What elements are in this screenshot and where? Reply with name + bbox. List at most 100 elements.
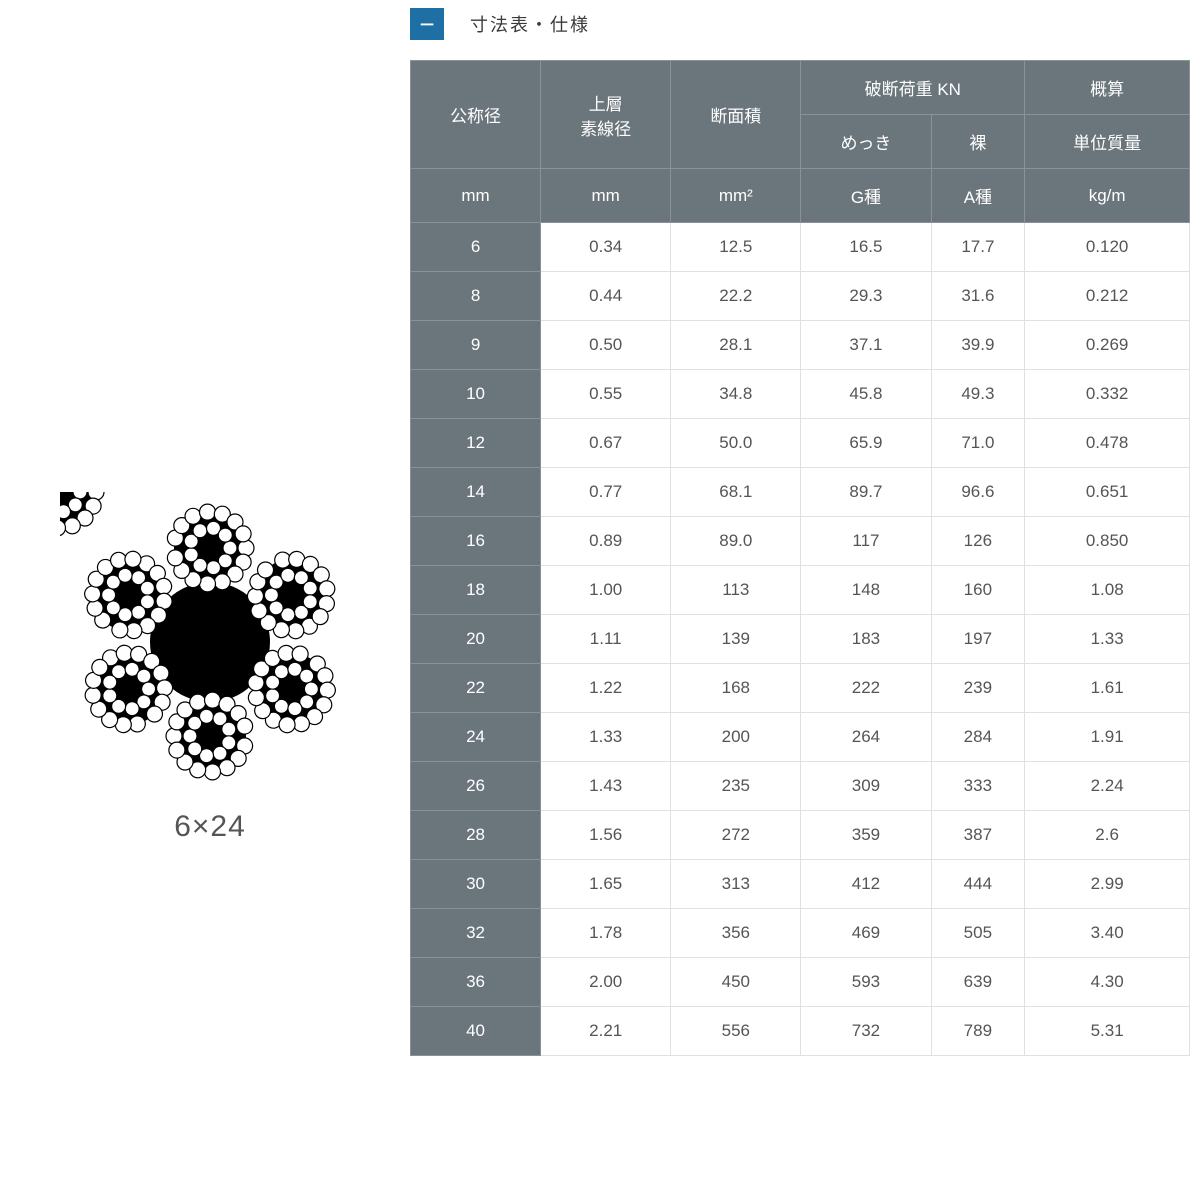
cell-unit-mass: 2.24 bbox=[1025, 762, 1190, 811]
cell-breaking-bare: 49.3 bbox=[931, 370, 1025, 419]
cell-unit-mass: 0.332 bbox=[1025, 370, 1190, 419]
table-row: 90.5028.137.139.90.269 bbox=[411, 321, 1190, 370]
col-outer-wire-dia: 上層 素線径 bbox=[541, 61, 671, 169]
cell-unit-mass: 0.478 bbox=[1025, 419, 1190, 468]
collapse-toggle-button[interactable]: − bbox=[410, 8, 444, 40]
cell-breaking-bare: 333 bbox=[931, 762, 1025, 811]
cell-outer-wire-dia: 2.00 bbox=[541, 958, 671, 1007]
cell-nominal-dia: 28 bbox=[411, 811, 541, 860]
cell-outer-wire-dia: 0.77 bbox=[541, 468, 671, 517]
cell-breaking-plated: 732 bbox=[801, 1007, 931, 1056]
cell-nominal-dia: 24 bbox=[411, 713, 541, 762]
table-row: 301.653134124442.99 bbox=[411, 860, 1190, 909]
cell-unit-mass: 2.99 bbox=[1025, 860, 1190, 909]
cell-breaking-bare: 31.6 bbox=[931, 272, 1025, 321]
col-nominal-dia: 公称径 bbox=[411, 61, 541, 169]
table-row: 100.5534.845.849.30.332 bbox=[411, 370, 1190, 419]
cell-breaking-plated: 45.8 bbox=[801, 370, 931, 419]
table-row: 181.001131481601.08 bbox=[411, 566, 1190, 615]
col-breaking-load: 破断荷重 KN bbox=[801, 61, 1025, 115]
cell-unit-mass: 0.651 bbox=[1025, 468, 1190, 517]
cell-cross-section: 113 bbox=[671, 566, 801, 615]
table-row: 281.562723593872.6 bbox=[411, 811, 1190, 860]
cell-outer-wire-dia: 0.34 bbox=[541, 223, 671, 272]
table-row: 201.111391831971.33 bbox=[411, 615, 1190, 664]
col-breaking-bare: 裸 bbox=[931, 115, 1025, 169]
cell-unit-mass: 0.850 bbox=[1025, 517, 1190, 566]
cell-unit-mass: 4.30 bbox=[1025, 958, 1190, 1007]
cell-unit-mass: 1.61 bbox=[1025, 664, 1190, 713]
cell-breaking-bare: 505 bbox=[931, 909, 1025, 958]
cell-nominal-dia: 32 bbox=[411, 909, 541, 958]
unit-breaking-plated: G種 bbox=[801, 169, 931, 223]
table-row: 362.004505936394.30 bbox=[411, 958, 1190, 1007]
table-row: 402.215567327895.31 bbox=[411, 1007, 1190, 1056]
cell-cross-section: 556 bbox=[671, 1007, 801, 1056]
table-row: 160.8989.01171260.850 bbox=[411, 517, 1190, 566]
cell-cross-section: 139 bbox=[671, 615, 801, 664]
cell-cross-section: 356 bbox=[671, 909, 801, 958]
cell-nominal-dia: 16 bbox=[411, 517, 541, 566]
table-row: 120.6750.065.971.00.478 bbox=[411, 419, 1190, 468]
table-row: 241.332002642841.91 bbox=[411, 713, 1190, 762]
cell-nominal-dia: 14 bbox=[411, 468, 541, 517]
cell-outer-wire-dia: 0.67 bbox=[541, 419, 671, 468]
cell-unit-mass: 1.91 bbox=[1025, 713, 1190, 762]
cell-cross-section: 50.0 bbox=[671, 419, 801, 468]
cell-breaking-plated: 65.9 bbox=[801, 419, 931, 468]
col-cross-section: 断面積 bbox=[671, 61, 801, 169]
cell-cross-section: 68.1 bbox=[671, 468, 801, 517]
cell-breaking-plated: 117 bbox=[801, 517, 931, 566]
table-row: 321.783564695053.40 bbox=[411, 909, 1190, 958]
cell-cross-section: 34.8 bbox=[671, 370, 801, 419]
cell-breaking-bare: 444 bbox=[931, 860, 1025, 909]
cell-breaking-bare: 639 bbox=[931, 958, 1025, 1007]
cell-outer-wire-dia: 1.00 bbox=[541, 566, 671, 615]
cell-breaking-bare: 284 bbox=[931, 713, 1025, 762]
cell-outer-wire-dia: 0.55 bbox=[541, 370, 671, 419]
rope-type-label: 6×24 bbox=[174, 810, 246, 844]
cell-breaking-plated: 264 bbox=[801, 713, 931, 762]
cell-cross-section: 28.1 bbox=[671, 321, 801, 370]
cell-cross-section: 12.5 bbox=[671, 223, 801, 272]
cell-outer-wire-dia: 0.89 bbox=[541, 517, 671, 566]
cell-cross-section: 450 bbox=[671, 958, 801, 1007]
cell-breaking-bare: 126 bbox=[931, 517, 1025, 566]
cell-outer-wire-dia: 2.21 bbox=[541, 1007, 671, 1056]
cell-breaking-plated: 309 bbox=[801, 762, 931, 811]
table-row: 60.3412.516.517.70.120 bbox=[411, 223, 1190, 272]
cell-outer-wire-dia: 1.43 bbox=[541, 762, 671, 811]
cell-unit-mass: 3.40 bbox=[1025, 909, 1190, 958]
section-title: 寸法表・仕様 bbox=[470, 11, 590, 37]
col-unit-mass: 単位質量 bbox=[1025, 115, 1190, 169]
cell-cross-section: 22.2 bbox=[671, 272, 801, 321]
col-approx: 概算 bbox=[1025, 61, 1190, 115]
cell-breaking-plated: 222 bbox=[801, 664, 931, 713]
cell-nominal-dia: 9 bbox=[411, 321, 541, 370]
wire-rope-cross-section-icon bbox=[60, 492, 360, 792]
cell-breaking-plated: 37.1 bbox=[801, 321, 931, 370]
cell-outer-wire-dia: 0.50 bbox=[541, 321, 671, 370]
cell-breaking-plated: 148 bbox=[801, 566, 931, 615]
cell-nominal-dia: 26 bbox=[411, 762, 541, 811]
cell-outer-wire-dia: 1.22 bbox=[541, 664, 671, 713]
cell-nominal-dia: 18 bbox=[411, 566, 541, 615]
cell-cross-section: 272 bbox=[671, 811, 801, 860]
cell-outer-wire-dia: 0.44 bbox=[541, 272, 671, 321]
cell-nominal-dia: 22 bbox=[411, 664, 541, 713]
cell-breaking-bare: 239 bbox=[931, 664, 1025, 713]
cell-unit-mass: 0.212 bbox=[1025, 272, 1190, 321]
cell-breaking-bare: 96.6 bbox=[931, 468, 1025, 517]
cell-unit-mass: 0.120 bbox=[1025, 223, 1190, 272]
cell-outer-wire-dia: 1.11 bbox=[541, 615, 671, 664]
table-row: 140.7768.189.796.60.651 bbox=[411, 468, 1190, 517]
cell-outer-wire-dia: 1.56 bbox=[541, 811, 671, 860]
cell-nominal-dia: 20 bbox=[411, 615, 541, 664]
unit-outer-wire-dia: mm bbox=[541, 169, 671, 223]
cell-nominal-dia: 40 bbox=[411, 1007, 541, 1056]
cell-breaking-plated: 183 bbox=[801, 615, 931, 664]
cell-breaking-plated: 89.7 bbox=[801, 468, 931, 517]
cell-unit-mass: 2.6 bbox=[1025, 811, 1190, 860]
spec-table: 公称径 上層 素線径 断面積 破断荷重 KN 概算 めっき 裸 単位質量 mm … bbox=[410, 60, 1190, 1056]
cell-breaking-plated: 593 bbox=[801, 958, 931, 1007]
